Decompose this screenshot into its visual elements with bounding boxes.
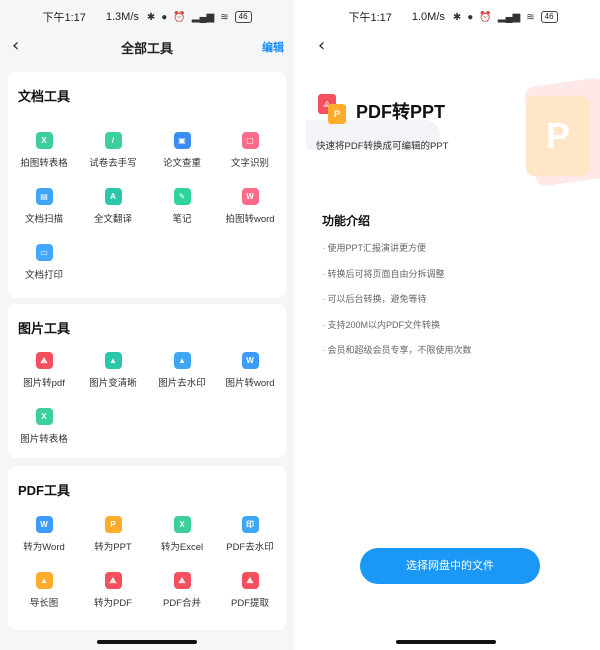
excel-icon: X [173, 516, 191, 533]
signal-icon: ▂▄▆ [497, 11, 521, 23]
ppt-icon: P [328, 104, 346, 124]
tool-plagiarism-check[interactable]: ▣ 论文查重 [147, 132, 217, 169]
word-icon: W [35, 516, 53, 533]
doc-tools-card: 文档工具 X 拍图转表格 / 试卷去手写 ▣ 论文查重 ▢ 文字识别 ▤ 文档扫… [8, 72, 286, 298]
battery-icon: 46 [540, 11, 558, 23]
network-speed: 1.0M/s [411, 11, 445, 23]
ppt-icon: P [104, 516, 122, 533]
tool-full-translate[interactable]: A 全文翻译 [78, 188, 148, 225]
status-bar: 下午1:17 1.0M/s ✱ ● ⏰ ▂▄▆ ≋ 46 [306, 0, 600, 34]
tool-pdf-remove-watermark[interactable]: 印 PDF去水印 [215, 516, 285, 553]
scan-icon: ▤ [35, 188, 53, 205]
tool-to-pdf[interactable]: ⟁ 转为PDF [78, 572, 148, 609]
image-icon: ▲ [173, 352, 191, 369]
status-time: 下午1:17 [348, 12, 392, 24]
pdf-to-ppt-icon: ⟁ P [318, 94, 346, 124]
pdf-tools-card: PDF工具 W 转为Word P 转为PPT X 转为Excel 印 PDF去水… [8, 466, 286, 630]
alarm-icon: ⏰ [173, 11, 186, 23]
table-icon: X [35, 408, 53, 425]
wifi-icon: ≋ [220, 11, 229, 23]
tool-image-to-word[interactable]: W 图片转word [215, 352, 285, 389]
pen-icon: ✎ [173, 188, 191, 205]
home-indicator[interactable] [97, 640, 197, 644]
list-item: 会员和超级会员专享，不限使用次数 [322, 343, 472, 369]
home-indicator[interactable] [396, 640, 496, 644]
tool-to-word[interactable]: W 转为Word [9, 516, 79, 553]
eraser-icon: / [104, 132, 122, 149]
hd-icon: ● [161, 11, 168, 23]
back-icon[interactable]: ‹ [12, 36, 19, 56]
printer-icon: ▭ [35, 244, 53, 261]
hero-decoration-ppt-icon: P [526, 96, 590, 176]
pdf-tools-title: PDF工具 [18, 483, 71, 498]
tool-pdf-merge[interactable]: ⟁ PDF合并 [147, 572, 217, 609]
pdf-icon: ⟁ [35, 352, 53, 369]
tool-image-to-table[interactable]: X 图片转表格 [9, 408, 79, 445]
wifi-icon: ≋ [526, 11, 535, 23]
tool-doc-scan[interactable]: ▤ 文档扫描 [9, 188, 79, 225]
tool-long-image[interactable]: ▲ 导长图 [9, 572, 79, 609]
feature-subtitle: 快速将PDF转换成可编辑的PPT [316, 141, 449, 152]
tool-pdf-extract[interactable]: ⟁ PDF提取 [215, 572, 285, 609]
features-heading: 功能介绍 [322, 214, 371, 228]
tool-photo-to-table[interactable]: X 拍图转表格 [9, 132, 79, 169]
tool-notes[interactable]: ✎ 笔记 [147, 188, 217, 225]
select-cloud-file-button[interactable]: 选择网盘中的文件 [360, 548, 540, 584]
document-check-icon: ▣ [173, 132, 191, 149]
nav-bar: ‹ 全部工具 编辑 [0, 34, 294, 60]
signal-icon: ▂▄▆ [191, 11, 215, 23]
image-tools-title: 图片工具 [18, 321, 71, 336]
feature-title: PDF转PPT [356, 102, 446, 122]
image-icon: ▲ [104, 352, 122, 369]
tool-doc-print[interactable]: ▭ 文档打印 [9, 244, 79, 281]
word-icon: W [241, 188, 259, 205]
tool-image-remove-watermark[interactable]: ▲ 图片去水印 [147, 352, 217, 389]
list-item: 转换后可将页面自由分拆调整 [322, 267, 472, 293]
status-bar: 下午1:17 1.3M/s ✱ ● ⏰ ▂▄▆ ≋ 46 [0, 0, 294, 34]
page-title: 全部工具 [120, 40, 173, 56]
pdf-icon: ⟁ [241, 572, 259, 589]
ocr-icon: ▢ [241, 132, 259, 149]
battery-icon: 46 [234, 11, 252, 23]
table-icon: X [35, 132, 53, 149]
doc-tools-title: 文档工具 [18, 89, 71, 104]
list-item: 支持200M以内PDF文件转换 [322, 318, 472, 344]
tool-to-excel[interactable]: X 转为Excel [147, 516, 217, 553]
back-icon[interactable]: ‹ [318, 36, 325, 56]
image-tools-card: 图片工具 ⟁ 图片转pdf ▲ 图片变清晰 ▲ 图片去水印 W 图片转word … [8, 304, 286, 458]
screen-divider [297, 0, 303, 650]
hd-icon: ● [467, 11, 474, 23]
features-list: 使用PPT汇报演讲更方便 转换后可将页面自由分拆调整 可以后台转换，避免等待 支… [322, 241, 472, 369]
bluetooth-icon: ✱ [146, 11, 156, 23]
alarm-icon: ⏰ [479, 11, 492, 23]
nav-bar: ‹ [306, 34, 600, 60]
list-item: 可以后台转换，避免等待 [322, 292, 472, 318]
translate-icon: A [104, 188, 122, 205]
tools-screen: 下午1:17 1.3M/s ✱ ● ⏰ ▂▄▆ ≋ 46 ‹ 全部工具 编辑 文… [0, 0, 294, 650]
tool-remove-handwriting[interactable]: / 试卷去手写 [78, 132, 148, 169]
tool-to-ppt[interactable]: P 转为PPT [78, 516, 148, 553]
image-icon: ▲ [35, 572, 53, 589]
pdf-icon: ⟁ [104, 572, 122, 589]
edit-button[interactable]: 编辑 [262, 39, 284, 55]
word-icon: W [241, 352, 259, 369]
tool-image-to-pdf[interactable]: ⟁ 图片转pdf [9, 352, 79, 389]
tool-photo-to-word[interactable]: W 拍图转word [215, 188, 285, 225]
bluetooth-icon: ✱ [452, 11, 462, 23]
tool-image-enhance[interactable]: ▲ 图片变清晰 [78, 352, 148, 389]
list-item: 使用PPT汇报演讲更方便 [322, 241, 472, 267]
tool-text-ocr[interactable]: ▢ 文字识别 [215, 132, 285, 169]
pdf-to-ppt-screen: 下午1:17 1.0M/s ✱ ● ⏰ ▂▄▆ ≋ 46 ‹ P ⟁ P PDF… [306, 0, 600, 650]
status-time: 下午1:17 [42, 12, 86, 24]
pdf-icon: ⟁ [173, 572, 191, 589]
network-speed: 1.3M/s [105, 11, 139, 23]
watermark-icon: 印 [241, 516, 259, 533]
